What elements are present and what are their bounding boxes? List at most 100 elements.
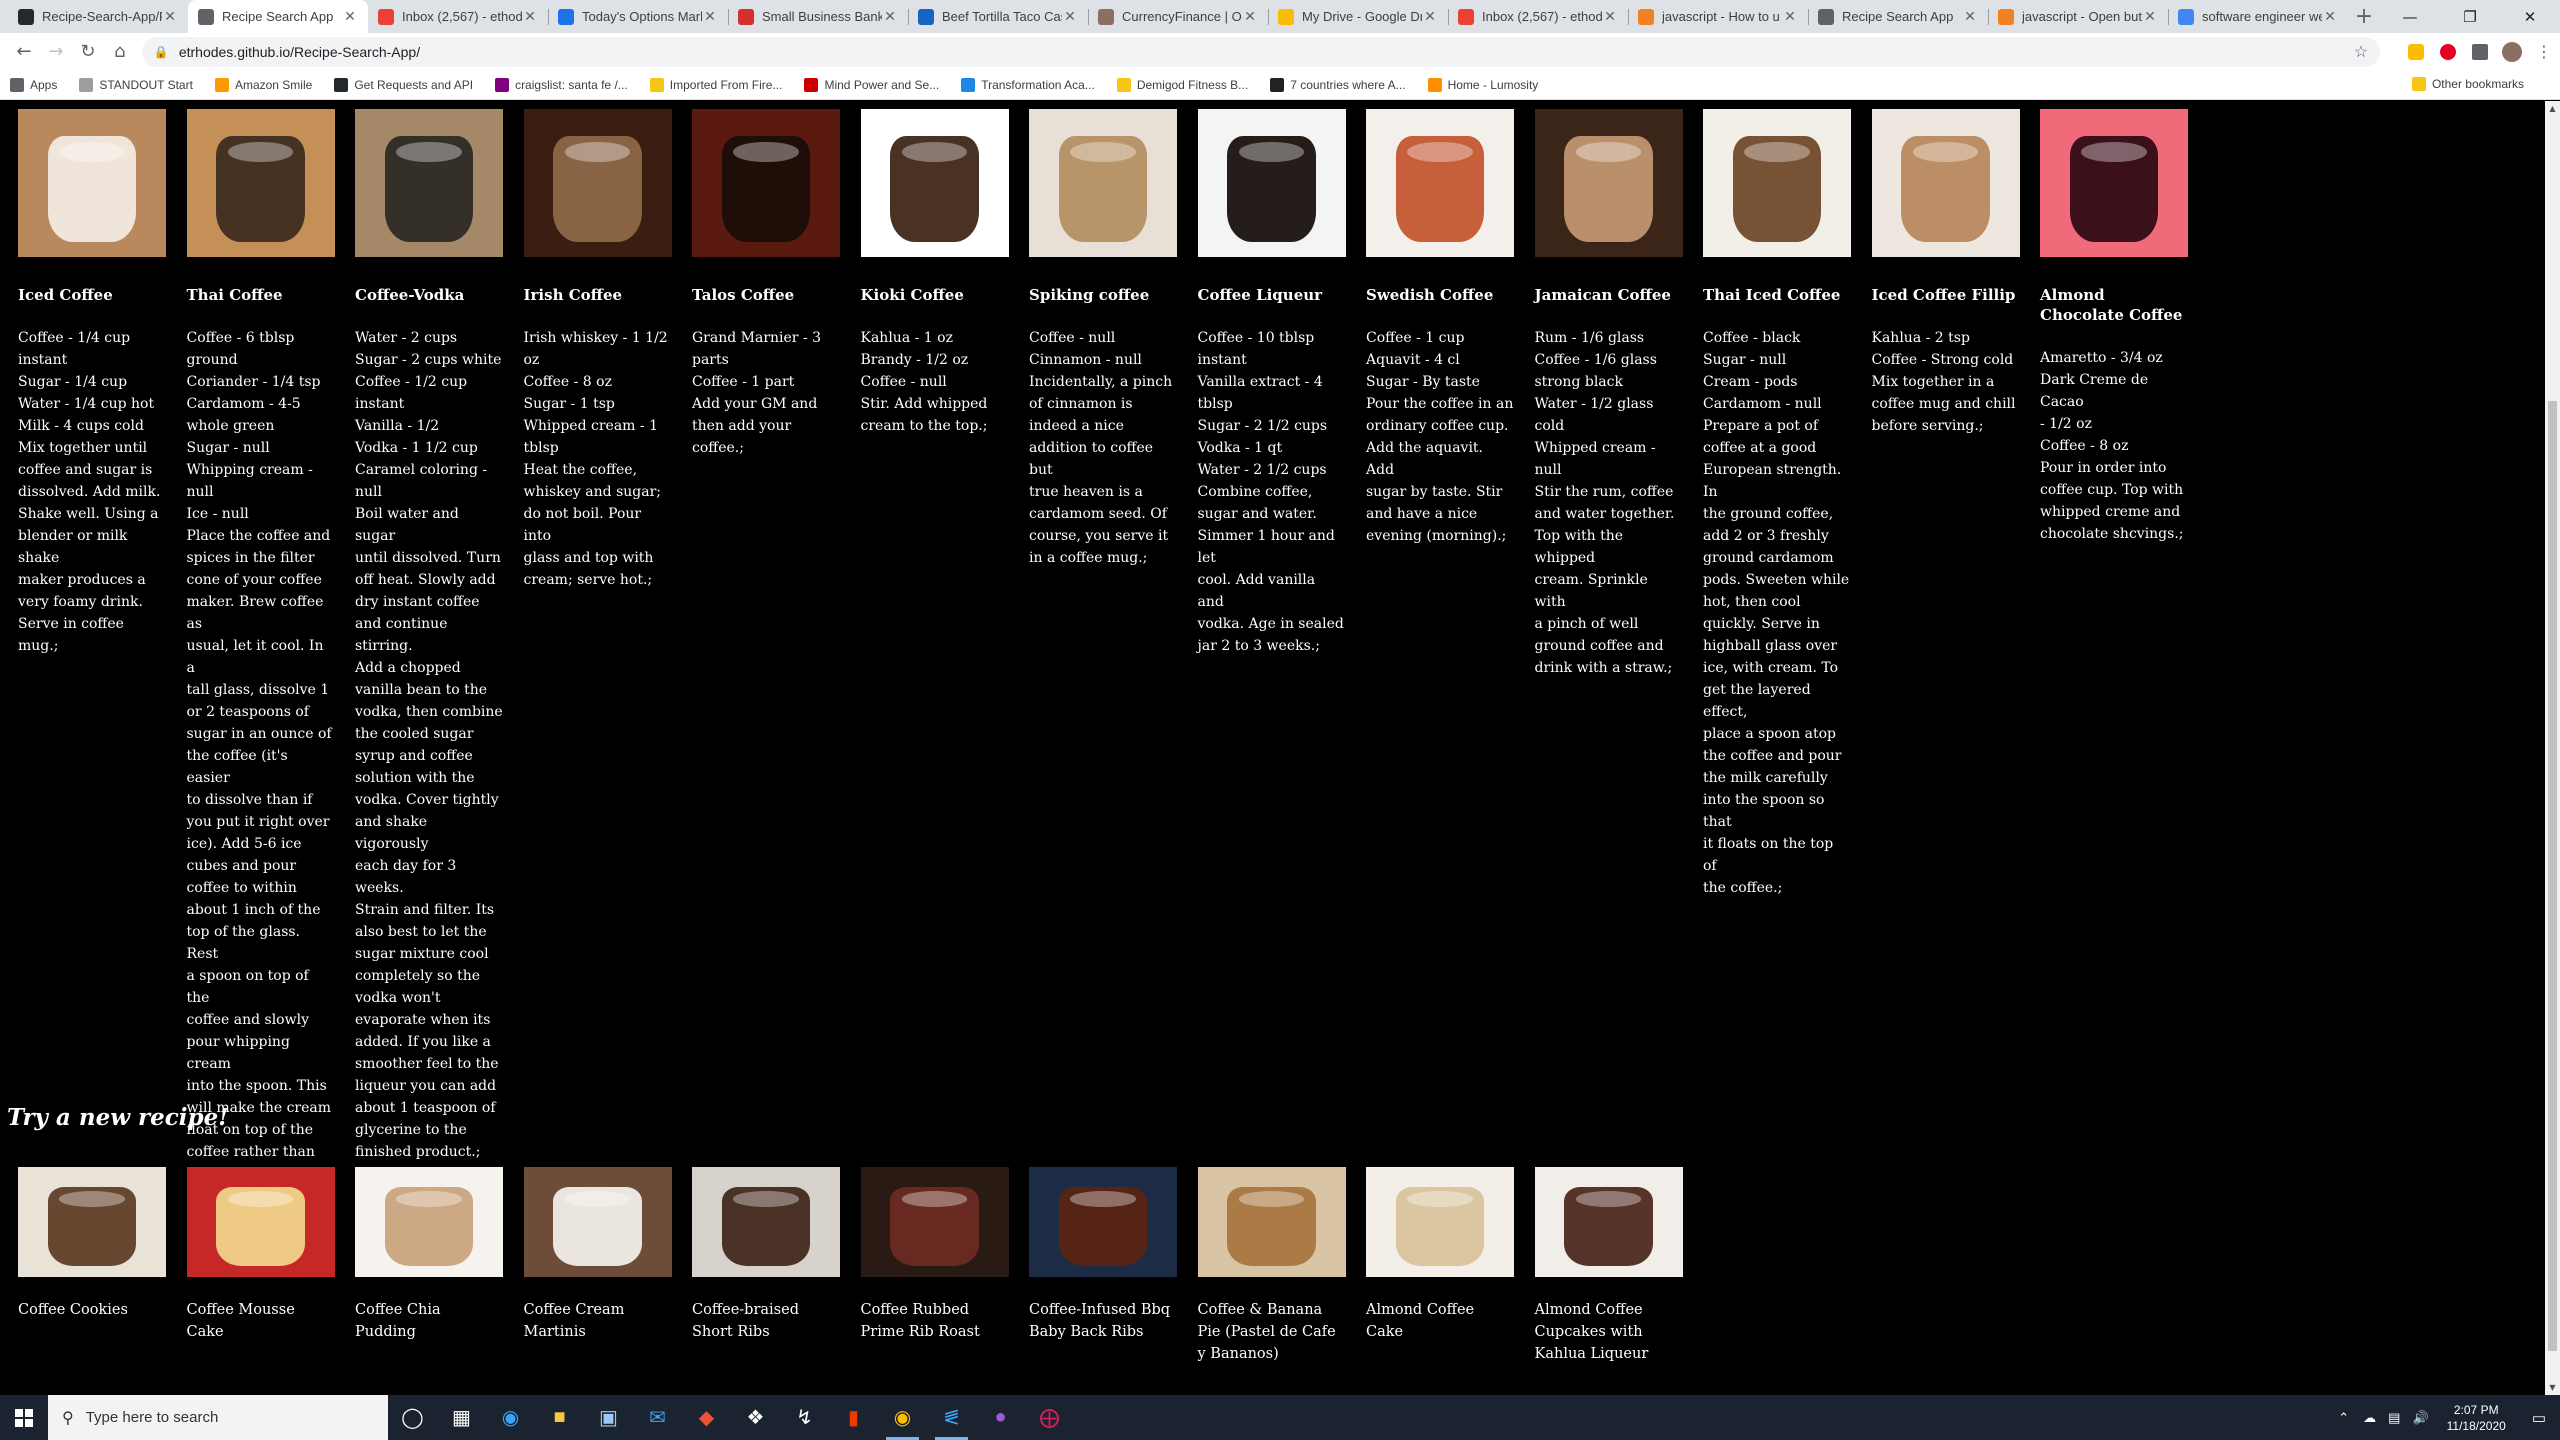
media-player-icon[interactable]: ● (976, 1395, 1025, 1440)
close-tab-icon[interactable]: ✕ (1422, 8, 1438, 25)
suggested-recipe-card[interactable]: Coffee Mousse Cake (186, 1167, 335, 1365)
close-tab-icon[interactable]: ✕ (342, 8, 358, 25)
suggested-recipe-image[interactable] (860, 1167, 1009, 1277)
recipe-image[interactable] (523, 109, 672, 257)
suggested-recipe-image[interactable] (1197, 1167, 1346, 1277)
recipe-image[interactable] (1871, 109, 2020, 257)
other-bookmarks-folder[interactable]: Other bookmarks (2411, 77, 2524, 91)
slack-icon[interactable]: ⨁ (1025, 1395, 1074, 1440)
suggested-recipe-title[interactable]: Coffee Rubbed Prime Rib Roast (861, 1299, 1009, 1343)
suggested-recipe-card[interactable]: Coffee-Infused Bbq Baby Back Ribs (1029, 1167, 1177, 1365)
recipe-card[interactable]: Almond Chocolate Coffee Amaretto - 3/4 oz… (2040, 109, 2188, 1207)
suggested-recipe-title[interactable]: Coffee-Infused Bbq Baby Back Ribs (1029, 1299, 1177, 1343)
scroll-down-icon[interactable]: ▼ (2545, 1380, 2560, 1395)
bookmark-item[interactable]: Demigod Fitness B... (1116, 77, 1248, 92)
recipe-card[interactable]: Iced Coffee Fillip Kahlua - 2 tsp Coffee … (1871, 109, 2020, 1207)
scrollbar-thumb[interactable] (2548, 401, 2557, 1351)
recipe-image[interactable] (18, 109, 166, 257)
close-window-icon[interactable]: ✕ (2500, 0, 2560, 33)
close-tab-icon[interactable]: ✕ (1242, 8, 1258, 25)
browser-tab[interactable]: Small Business Bankin ✕ (728, 0, 908, 33)
browser-tab[interactable]: javascript - How to u ✕ (1628, 0, 1808, 33)
suggested-recipe-title[interactable]: Almond Coffee Cake (1366, 1299, 1514, 1343)
volume-icon[interactable]: 🔊 (2406, 1410, 2434, 1426)
minimize-icon[interactable]: — (2380, 0, 2440, 33)
suggested-recipe-card[interactable]: Coffee Cream Martinis (523, 1167, 672, 1365)
extension-pinterest-icon[interactable] (2432, 36, 2464, 68)
lock-icon[interactable]: 🔒 (154, 45, 169, 59)
extension-keep-icon[interactable] (2400, 36, 2432, 68)
close-tab-icon[interactable]: ✕ (1062, 8, 1078, 25)
back-icon[interactable]: ← (8, 36, 40, 68)
suggested-recipe-card[interactable]: Coffee & Banana Pie (Pastel de Cafe y Ba… (1197, 1167, 1346, 1365)
onedrive-icon[interactable]: ☁ (2357, 1410, 2382, 1426)
bookmark-star-icon[interactable]: ☆ (2354, 42, 2368, 62)
suggested-recipe-image[interactable] (692, 1167, 840, 1277)
close-tab-icon[interactable]: ✕ (1602, 8, 1618, 25)
recipe-card[interactable]: Thai Iced Coffee Coffee - black Sugar - n… (1703, 109, 1851, 1207)
suggested-recipe-card[interactable]: Almond Coffee Cake (1366, 1167, 1514, 1365)
bookmark-item[interactable]: Apps (10, 77, 57, 92)
bookmark-item[interactable]: Home - Lumosity (1427, 77, 1538, 92)
close-tab-icon[interactable]: ✕ (1962, 8, 1978, 25)
suggested-recipe-image[interactable] (1534, 1167, 1683, 1277)
browser-tab[interactable]: Recipe Search App ✕ (188, 0, 368, 33)
store-icon[interactable]: ▣ (584, 1395, 633, 1440)
browser-tab[interactable]: My Drive - Google Dr ✕ (1268, 0, 1448, 33)
recipe-image[interactable] (1703, 109, 1851, 257)
recipe-image[interactable] (860, 109, 1009, 257)
browser-tab[interactable]: Recipe-Search-App/R ✕ (8, 0, 188, 33)
address-bar[interactable]: 🔒 etrhodes.github.io/Recipe-Search-App/ … (141, 36, 2381, 67)
bookmark-item[interactable]: craigslist: santa fe /... (495, 77, 628, 92)
bookmark-item[interactable]: 7 countries where A... (1270, 77, 1406, 92)
page-scrollbar[interactable]: ▲ ▼ (2545, 101, 2560, 1395)
recipe-card[interactable]: Thai Coffee Coffee - 6 tblsp ground Coria… (186, 109, 335, 1207)
network-icon[interactable]: ▤ (2382, 1410, 2406, 1426)
browser-tab[interactable]: Inbox (2,567) - ethod ✕ (1448, 0, 1628, 33)
recipe-image[interactable] (186, 109, 335, 257)
suggested-recipe-image[interactable] (186, 1167, 335, 1277)
cortana-icon[interactable]: ◯ (388, 1395, 437, 1440)
suggested-recipe-image[interactable] (18, 1167, 166, 1277)
bookmark-item[interactable]: Imported From Fire... (649, 77, 782, 92)
bookmark-item[interactable]: Mind Power and Se... (804, 77, 939, 92)
close-tab-icon[interactable]: ✕ (2322, 8, 2338, 25)
suggested-recipe-image[interactable] (1029, 1167, 1177, 1277)
office-icon[interactable]: ▮ (829, 1395, 878, 1440)
recipe-card[interactable]: Coffee Liqueur Coffee - 10 tblsp instant … (1197, 109, 1346, 1207)
mail-icon[interactable]: ✉ (633, 1395, 682, 1440)
suggested-recipe-title[interactable]: Coffee-braised Short Ribs (692, 1299, 840, 1343)
recipe-image[interactable] (1197, 109, 1346, 257)
windows-start-icon[interactable] (0, 1395, 48, 1440)
suggested-recipe-title[interactable]: Coffee Cream Martinis (524, 1299, 672, 1343)
close-tab-icon[interactable]: ✕ (162, 8, 178, 25)
suggested-recipe-title[interactable]: Coffee Cookies (18, 1299, 166, 1321)
chrome-icon[interactable]: ◉ (878, 1395, 927, 1440)
close-tab-icon[interactable]: ✕ (2142, 8, 2158, 25)
suggested-recipe-title[interactable]: Coffee & Banana Pie (Pastel de Cafe y Ba… (1198, 1299, 1346, 1365)
bookmark-item[interactable]: Amazon Smile (214, 77, 312, 92)
browser-tab[interactable]: javascript - Open butt ✕ (1988, 0, 2168, 33)
recipe-card[interactable]: Spiking coffee Coffee - null Cinnamon - n… (1029, 109, 1177, 1207)
recipe-card[interactable]: Jamaican Coffee Rum - 1/6 glass Coffee - … (1534, 109, 1683, 1207)
recipe-image[interactable] (355, 109, 503, 257)
vscode-icon[interactable]: ⪛ (927, 1395, 976, 1440)
close-tab-icon[interactable]: ✕ (1782, 8, 1798, 25)
browser-tab[interactable]: Recipe Search App ✕ (1808, 0, 1988, 33)
extensions-puzzle-icon[interactable] (2464, 36, 2496, 68)
suggested-recipe-card[interactable]: Coffee Chia Pudding (355, 1167, 503, 1365)
suggested-recipe-title[interactable]: Almond Coffee Cupcakes with Kahlua Lique… (1535, 1299, 1683, 1365)
recipe-card[interactable]: Swedish Coffee Coffee - 1 cup Aquavit - 4… (1366, 109, 1514, 1207)
recipe-card[interactable]: Coffee-Vodka Water - 2 cups Sugar - 2 cup… (355, 109, 503, 1207)
new-tab-button[interactable]: + (2348, 0, 2380, 33)
suggested-recipe-title[interactable]: Coffee Chia Pudding (355, 1299, 503, 1343)
forward-icon[interactable]: → (40, 36, 72, 68)
recipe-image[interactable] (692, 109, 840, 257)
taskbar-search-input[interactable]: ⚲ Type here to search (48, 1395, 388, 1440)
recipe-image[interactable] (1534, 109, 1683, 257)
bookmark-item[interactable]: STANDOUT Start (79, 77, 193, 92)
suggested-recipe-image[interactable] (523, 1167, 672, 1277)
suggested-recipe-image[interactable] (1366, 1167, 1514, 1277)
profile-avatar[interactable] (2496, 36, 2528, 68)
dropbox-icon[interactable]: ❖ (731, 1395, 780, 1440)
